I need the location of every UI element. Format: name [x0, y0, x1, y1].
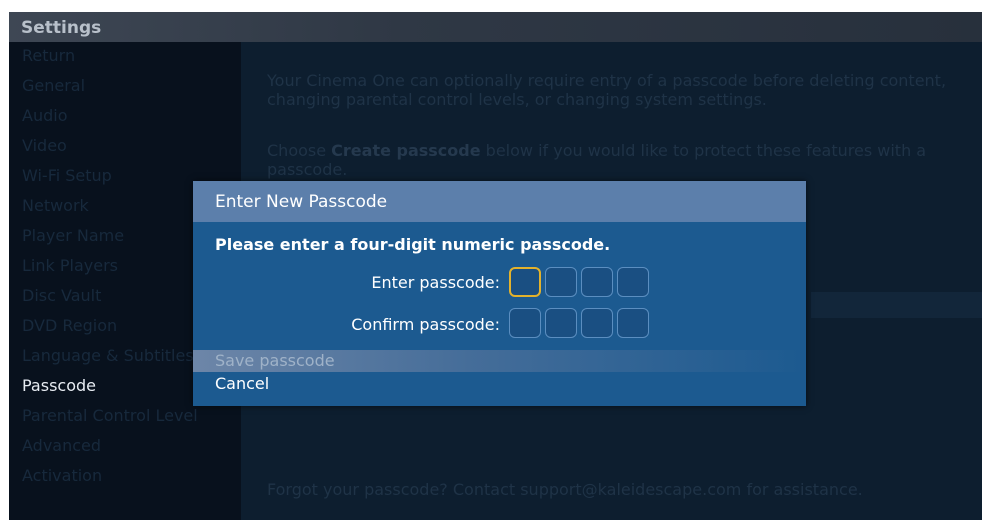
sidebar-item-video[interactable]: Video [22, 136, 237, 155]
choose-text: Choose Create passcode below if you woul… [267, 141, 957, 179]
save-passcode-button[interactable]: Save passcode [193, 350, 806, 372]
confirm-digit-2[interactable] [545, 308, 577, 338]
intro-text: Your Cinema One can optionally require e… [267, 71, 947, 109]
sidebar-item-general[interactable]: General [22, 76, 237, 95]
save-passcode-label: Save passcode [215, 351, 335, 370]
sidebar-item-audio[interactable]: Audio [22, 106, 237, 125]
sidebar-item-activation[interactable]: Activation [22, 466, 237, 485]
cancel-label: Cancel [215, 374, 270, 393]
enter-passcode-field[interactable] [509, 267, 649, 297]
confirm-digit-3[interactable] [581, 308, 613, 338]
sidebar-item-return[interactable]: Return [22, 46, 237, 65]
sidebar-item-advanced[interactable]: Advanced [22, 436, 237, 455]
title-bar: Settings [9, 12, 982, 42]
page-title: Settings [21, 18, 102, 38]
choose-prefix: Choose [267, 141, 332, 160]
confirm-digit-1[interactable] [509, 308, 541, 338]
forgot-text: Forgot your passcode? Contact support@ka… [267, 480, 863, 499]
confirm-passcode-label: Confirm passcode: [351, 315, 500, 334]
dialog-instruction: Please enter a four-digit numeric passco… [215, 235, 611, 254]
dialog-title: Enter New Passcode [215, 192, 388, 212]
enter-digit-2[interactable] [545, 267, 577, 297]
enter-digit-3[interactable] [581, 267, 613, 297]
cancel-button[interactable]: Cancel [193, 373, 806, 395]
enter-passcode-label: Enter passcode: [371, 273, 500, 292]
create-passcode-row [811, 292, 982, 318]
enter-digit-4[interactable] [617, 267, 649, 297]
tv-screen: Settings Return General Audio Video Wi-F… [9, 12, 982, 520]
sidebar-item-parental-control-level[interactable]: Parental Control Level [22, 406, 237, 425]
choose-bold: Create passcode [331, 141, 481, 160]
confirm-passcode-field[interactable] [509, 308, 649, 338]
confirm-digit-4[interactable] [617, 308, 649, 338]
passcode-dialog: Enter New Passcode Please enter a four-d… [193, 181, 806, 406]
enter-digit-1[interactable] [509, 267, 541, 297]
dialog-header: Enter New Passcode [193, 181, 806, 222]
